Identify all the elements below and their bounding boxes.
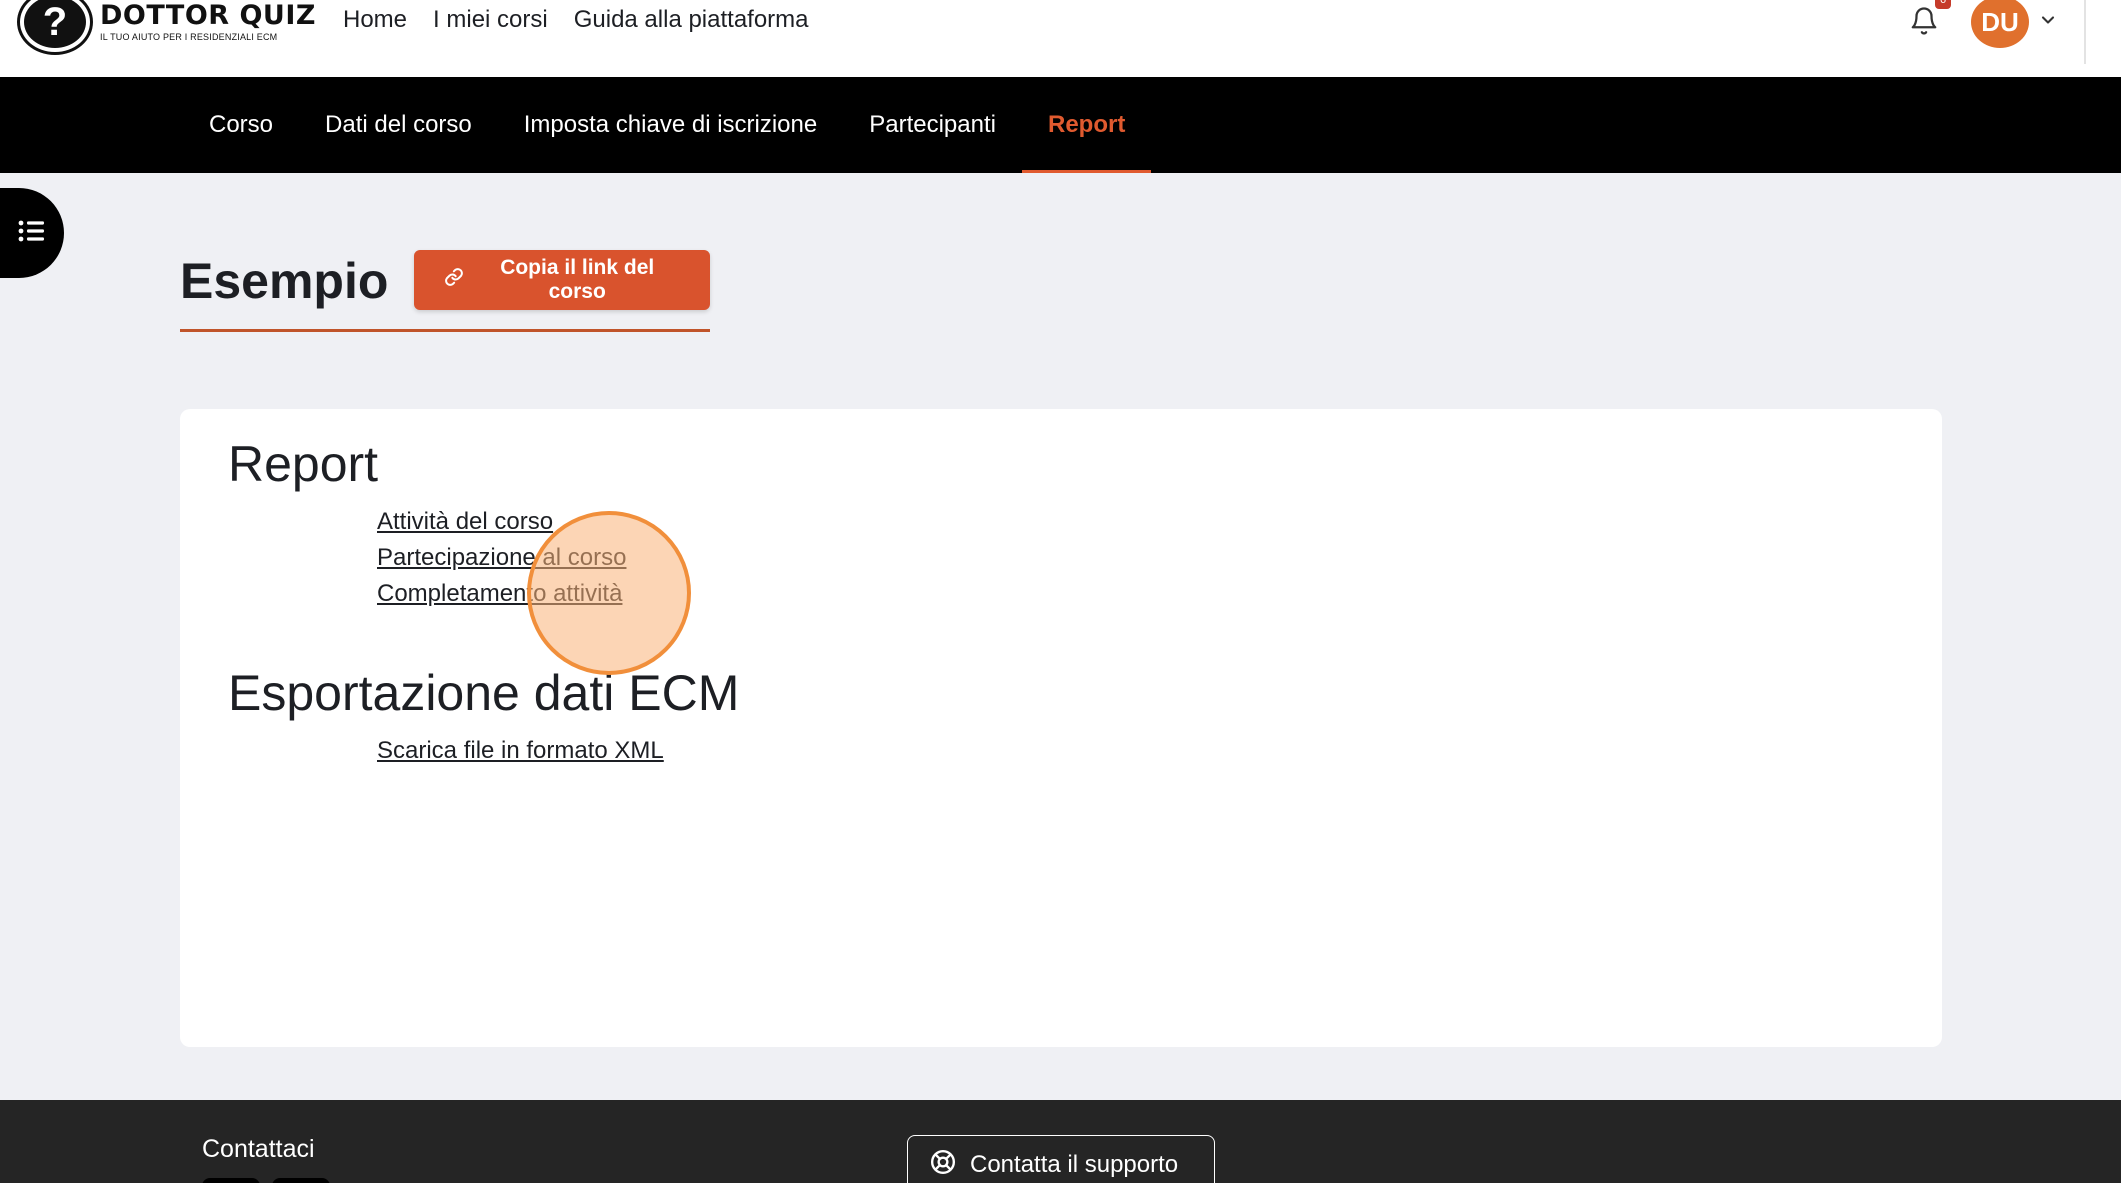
social-icon[interactable] (272, 1178, 330, 1183)
copy-course-link-button[interactable]: Copia il link del corso (414, 250, 710, 310)
nav-my-courses[interactable]: I miei corsi (433, 6, 548, 34)
tab-imposta-chiave[interactable]: Imposta chiave di iscrizione (498, 77, 843, 173)
tab-dati-del-corso[interactable]: Dati del corso (299, 77, 498, 173)
tab-report[interactable]: Report (1021, 77, 1152, 173)
chevron-down-icon[interactable] (2038, 10, 2058, 30)
primary-nav: Home I miei corsi Guida alla piattaforma (343, 6, 809, 34)
top-header: ? DOTTOR QUIZ IL TUO AIUTO PER I RESIDEN… (0, 0, 2121, 77)
link-icon (444, 267, 464, 293)
logo-text: DOTTOR QUIZ IL TUO AIUTO PER I RESIDENZI… (100, 2, 316, 42)
copy-course-link-label: Copia il link del corso (500, 256, 655, 303)
user-avatar[interactable]: DU (1971, 0, 2029, 48)
list-icon (18, 219, 46, 248)
logo-title: DOTTOR QUIZ (100, 0, 316, 31)
site-logo[interactable]: ? DOTTOR QUIZ IL TUO AIUTO PER I RESIDEN… (20, 0, 316, 52)
footer: Contattaci Contatta il supporto (0, 1100, 2121, 1183)
link-attivita-del-corso[interactable]: Attività del corso (377, 510, 553, 534)
logo-tagline: IL TUO AIUTO PER I RESIDENZIALI ECM (100, 32, 278, 42)
tab-corso[interactable]: Corso (183, 77, 299, 173)
ecm-export-heading: Esportazione dati ECM (228, 665, 740, 721)
social-icon[interactable] (202, 1178, 260, 1183)
click-highlight (527, 511, 691, 675)
report-heading: Report (228, 436, 379, 492)
course-index-toggle[interactable] (0, 188, 64, 278)
bell-icon[interactable] (1909, 6, 1939, 36)
header-divider (2084, 0, 2086, 64)
report-card: Report Attività del corso Partecipazione… (180, 409, 1942, 1047)
contact-support-label: Contatta il supporto (970, 1151, 1179, 1178)
footer-contact-title: Contattaci (202, 1135, 315, 1163)
page-title: Esempio (180, 253, 389, 309)
course-nav: Corso Dati del corso Imposta chiave di i… (0, 77, 2121, 173)
logo-mark: ? (20, 0, 90, 52)
link-scarica-xml[interactable]: Scarica file in formato XML (377, 739, 664, 763)
notification-count-badge: 6 (1935, 0, 1951, 9)
footer-social-icons (202, 1178, 330, 1183)
lifebuoy-icon (930, 1149, 956, 1182)
contact-support-button[interactable]: Contatta il supporto (907, 1135, 1215, 1183)
nav-platform-guide[interactable]: Guida alla piattaforma (574, 6, 809, 34)
page-header: Esempio Copia il link del corso (180, 250, 710, 332)
nav-home[interactable]: Home (343, 6, 407, 34)
tab-partecipanti[interactable]: Partecipanti (843, 77, 1022, 173)
